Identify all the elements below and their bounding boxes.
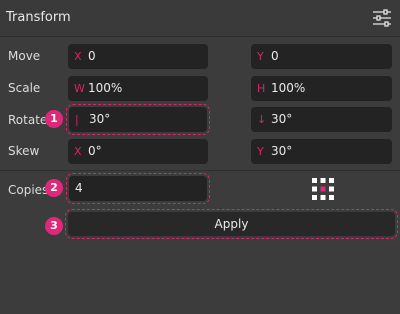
panel-header: Transform [0, 0, 400, 37]
skew-y-prefix: Y [257, 145, 264, 158]
move-x-input[interactable]: X 0 [68, 44, 208, 69]
scale-w-input[interactable]: W 100% [68, 76, 208, 101]
skew-y-input[interactable]: Y 30° [251, 139, 392, 164]
scale-h-value: 100% [271, 81, 306, 95]
copies-input[interactable]: 4 [66, 173, 210, 204]
rotate-y-value: 30° [271, 112, 293, 126]
apply-button[interactable]: Apply [65, 209, 398, 239]
move-y-value: 0 [271, 49, 279, 63]
callout-badge-2: 2 [45, 179, 63, 197]
copies-value: 4 [75, 181, 83, 195]
scale-w-value: 100% [88, 81, 123, 95]
section-divider [0, 170, 400, 171]
scale-h-prefix: H [257, 82, 266, 95]
anchor-grid-icon[interactable] [311, 177, 335, 201]
rotate-x-prefix: | [75, 113, 79, 126]
scale-label: Scale [8, 81, 41, 95]
rotate-y-prefix: ↓ [257, 113, 267, 126]
skew-y-value: 30° [271, 144, 293, 158]
skew-x-prefix: X [74, 145, 82, 158]
panel-title: Transform [6, 10, 71, 25]
scale-h-input[interactable]: H 100% [251, 76, 392, 101]
rotate-x-value: 30° [89, 112, 111, 126]
callout-badge-1: 1 [45, 110, 63, 128]
rotate-x-input[interactable]: | 30° [66, 104, 210, 135]
move-y-input[interactable]: Y 0 [251, 44, 392, 69]
move-label: Move [8, 49, 41, 63]
skew-x-value: 0° [88, 144, 102, 158]
scale-w-prefix: W [74, 82, 85, 95]
move-y-prefix: Y [257, 50, 264, 63]
skew-label: Skew [8, 144, 40, 158]
sliders-icon[interactable] [372, 9, 392, 27]
copies-label: Copies [8, 183, 49, 197]
callout-badge-3: 3 [45, 217, 63, 235]
rotate-label: Rotate [8, 113, 48, 127]
move-x-value: 0 [88, 49, 96, 63]
transform-panel: Transform Move X 0 Y 0 Scale W 100% H 10… [0, 0, 400, 314]
rotate-y-input[interactable]: ↓ 30° [251, 107, 392, 132]
move-x-prefix: X [74, 50, 82, 63]
skew-x-input[interactable]: X 0° [68, 139, 208, 164]
